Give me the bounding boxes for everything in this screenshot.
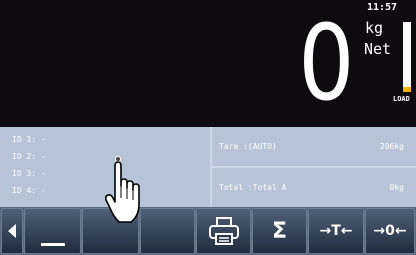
softkey-underscore[interactable]: [24, 208, 81, 254]
id-label: ID 1:: [12, 135, 37, 144]
id-label: ID 4:: [12, 186, 37, 195]
total-panel[interactable]: Total :Total A 0kg: [212, 168, 416, 207]
id-value: -: [40, 135, 46, 144]
total-value: 0kg: [389, 183, 404, 192]
tare-panel[interactable]: Tare :(AUTO) 206kg: [212, 127, 416, 166]
id-row-4: ID 4: -: [12, 186, 46, 195]
id-value: -: [40, 186, 46, 195]
printer-icon: [208, 216, 240, 246]
scale-terminal-screen: 11:57 0 kg Net LOAD ID 1: - ID 2: - ID 3…: [0, 0, 416, 255]
id-value: -: [40, 169, 46, 178]
info-panel: ID 1: - ID 2: - ID 3: - ID 4: - Tare :(A…: [0, 127, 416, 207]
zero-icon: →0←: [373, 223, 407, 239]
sigma-icon: Σ: [271, 218, 288, 244]
softkey-print[interactable]: [196, 208, 251, 254]
clock: 11:57: [366, 2, 398, 13]
load-bar-fill: [403, 87, 411, 92]
load-bar: [403, 22, 411, 92]
softkey-zero[interactable]: →0←: [365, 208, 415, 254]
id-label: ID 2:: [12, 152, 37, 161]
net-indicator: Net: [364, 40, 392, 58]
weight-unit: kg: [365, 19, 384, 37]
underscore-icon: [41, 243, 65, 247]
softkey-tare[interactable]: →T←: [308, 208, 364, 254]
softkey-total[interactable]: Σ: [252, 208, 307, 254]
id-row-3: ID 3: -: [12, 169, 46, 178]
left-arrow-icon: [7, 223, 17, 239]
tare-label: Tare :(AUTO): [219, 142, 277, 151]
id-value: -: [40, 152, 46, 161]
load-label: LOAD: [393, 95, 410, 103]
weight-display: 11:57 0 kg Net LOAD: [0, 0, 416, 127]
total-label: Total :Total A: [219, 183, 287, 192]
weight-value: 0: [298, 2, 355, 124]
hand-pointer-icon: [104, 156, 150, 228]
id-label: ID 3:: [12, 169, 37, 178]
id-row-2: ID 2: -: [12, 152, 46, 161]
softkey-bar: Σ →T← →0←: [0, 207, 416, 255]
id-row-1: ID 1: -: [12, 135, 46, 144]
softkey-left-arrow[interactable]: [1, 208, 23, 254]
tare-icon: →T←: [319, 223, 353, 239]
tare-value: 206kg: [379, 142, 404, 151]
